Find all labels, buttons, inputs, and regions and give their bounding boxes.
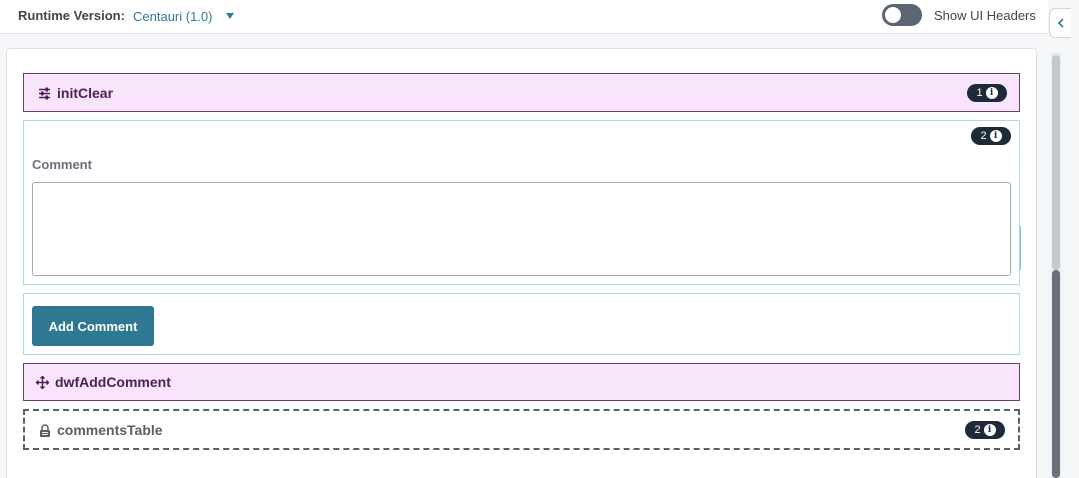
- init-clear-title-group: initClear: [38, 85, 113, 101]
- dwf-add-comment-title: dwfAddComment: [55, 374, 171, 390]
- show-ui-headers-toggle[interactable]: [882, 4, 922, 26]
- badge-count: 2: [974, 424, 981, 436]
- scrollbar-thumb[interactable]: [1052, 55, 1060, 270]
- comment-label: Comment: [32, 157, 92, 172]
- move-icon: [36, 375, 49, 389]
- show-ui-headers-label: Show UI Headers: [934, 8, 1036, 23]
- runtime-version-label: Runtime Version:: [18, 8, 125, 23]
- dwf-add-comment-title-group: dwfAddComment: [36, 374, 171, 390]
- init-clear-title: initClear: [57, 85, 114, 101]
- lock-icon: [40, 423, 50, 437]
- comments-table-badge[interactable]: 2 i: [965, 421, 1005, 439]
- comments-table-title-group: commentsTable: [39, 422, 163, 438]
- init-clear-block[interactable]: initClear 1 i: [23, 73, 1020, 112]
- comment-block: 2 i Comment: [23, 120, 1020, 285]
- info-icon: i: [985, 87, 998, 99]
- comment-block-badge[interactable]: 2 i: [971, 127, 1011, 145]
- collapse-panel-button[interactable]: [1049, 8, 1071, 38]
- add-comment-button[interactable]: Add Comment: [32, 306, 154, 346]
- badge-count: 2: [980, 130, 987, 142]
- chevron-left-icon: [1057, 18, 1064, 28]
- runtime-version-select[interactable]: Centauri (1.0): [133, 6, 235, 26]
- runtime-version-value[interactable]: Centauri (1.0): [133, 9, 212, 24]
- comment-textarea[interactable]: [32, 182, 1011, 276]
- badge-count: 1: [976, 87, 983, 99]
- dwf-add-comment-block[interactable]: dwfAddComment: [23, 363, 1020, 401]
- info-icon: i: [983, 424, 996, 436]
- comments-table-block[interactable]: commentsTable 2 i: [23, 409, 1020, 450]
- top-bar: Runtime Version: Centauri (1.0) Show UI …: [0, 0, 1048, 34]
- toggle-knob: [885, 7, 901, 23]
- init-clear-badge[interactable]: 1 i: [967, 84, 1007, 102]
- add-comment-block: Add Comment: [23, 293, 1020, 355]
- comments-table-title: commentsTable: [57, 422, 163, 438]
- sliders-icon: [39, 87, 50, 99]
- info-icon: i: [989, 130, 1002, 142]
- scrollbar-thumb-lower[interactable]: [1052, 270, 1060, 478]
- caret-down-icon[interactable]: [226, 13, 235, 19]
